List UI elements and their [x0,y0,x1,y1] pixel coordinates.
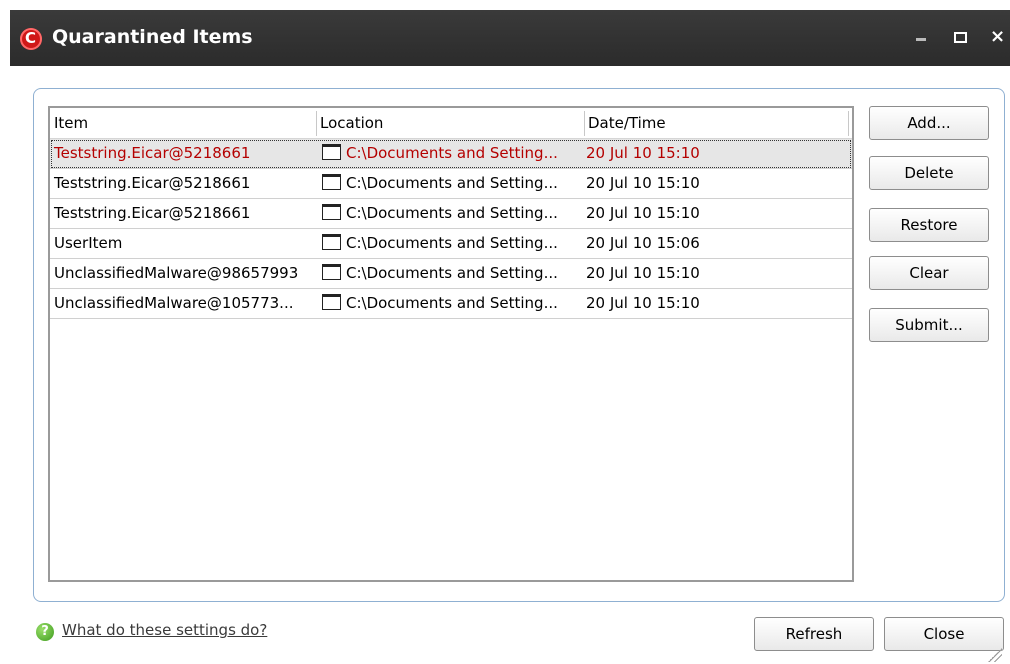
window-icon [322,234,344,253]
item-name: UnclassifiedMalware@98657993 [54,264,299,282]
help-icon[interactable]: ? [36,623,54,641]
window-title: Quarantined Items [52,26,253,48]
list-header: Item Location Date/Time [50,108,852,139]
close-button[interactable]: Close [884,617,1004,651]
delete-button[interactable]: Delete [869,156,989,190]
table-row[interactable]: Teststring.Eicar@5218661 C:\Documents an… [50,139,852,169]
help-link[interactable]: What do these settings do? [62,621,267,639]
item-name: UserItem [54,234,123,252]
column-divider[interactable] [848,111,849,136]
datetime: 20 Jul 10 15:10 [586,294,700,312]
minimize-button[interactable] [916,38,926,41]
item-name: Teststring.Eicar@5218661 [54,204,251,222]
refresh-button[interactable]: Refresh [754,617,874,651]
table-row[interactable]: Teststring.Eicar@5218661 C:\Documents an… [50,199,852,229]
restore-button[interactable]: Restore [869,208,989,242]
datetime: 20 Jul 10 15:10 [586,174,700,192]
location: C:\Documents and Setting... [346,294,558,312]
resize-grip[interactable] [988,648,1002,662]
table-row[interactable]: UnclassifiedMalware@98657993 C:\Document… [50,259,852,289]
title-bar: Quarantined Items × [10,10,1010,66]
submit-button[interactable]: Submit... [869,308,989,342]
column-header-datetime[interactable]: Date/Time [588,114,666,132]
location: C:\Documents and Setting... [346,264,558,282]
close-window-button[interactable]: × [990,26,1005,47]
window-icon [322,174,344,193]
item-name: Teststring.Eicar@5218661 [54,144,251,162]
maximize-button[interactable] [954,32,967,43]
quarantine-list[interactable]: Item Location Date/Time Teststring.Eicar… [48,106,854,582]
table-row[interactable]: UnclassifiedMalware@105773... C:\Documen… [50,289,852,319]
datetime: 20 Jul 10 15:10 [586,204,700,222]
location: C:\Documents and Setting... [346,174,558,192]
item-name: UnclassifiedMalware@105773... [54,294,294,312]
window-icon [322,294,344,313]
column-divider[interactable] [316,111,317,136]
table-row[interactable]: Teststring.Eicar@5218661 C:\Documents an… [50,169,852,199]
column-divider[interactable] [584,111,585,136]
table-row[interactable]: UserItem C:\Documents and Setting... 20 … [50,229,852,259]
window-icon [322,204,344,223]
datetime: 20 Jul 10 15:10 [586,264,700,282]
item-name: Teststring.Eicar@5218661 [54,174,251,192]
add-button[interactable]: Add... [869,106,989,140]
location: C:\Documents and Setting... [346,204,558,222]
location: C:\Documents and Setting... [346,144,558,162]
datetime: 20 Jul 10 15:10 [586,144,700,162]
window-icon [322,264,344,283]
column-header-item[interactable]: Item [54,114,88,132]
comodo-app-icon [20,28,42,50]
location: C:\Documents and Setting... [346,234,558,252]
datetime: 20 Jul 10 15:06 [586,234,700,252]
clear-button[interactable]: Clear [869,256,989,290]
window-icon [322,144,344,163]
column-header-location[interactable]: Location [320,114,383,132]
